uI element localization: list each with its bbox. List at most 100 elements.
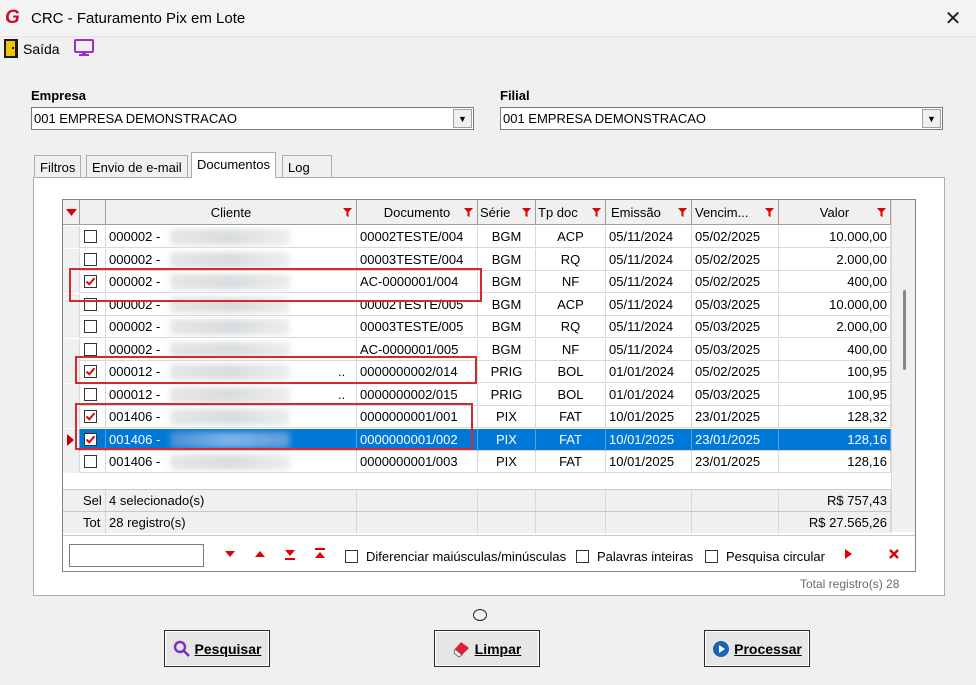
filial-select[interactable]: 001 EMPRESA DEMONSTRACAO ▼	[500, 107, 943, 130]
cell-venc-text: 23/01/2025	[695, 409, 761, 424]
filter-icon[interactable]	[592, 208, 601, 217]
row-checkbox[interactable]	[84, 342, 97, 356]
filial-value: 001 EMPRESA DEMONSTRACAO	[503, 111, 706, 126]
footer-cell	[357, 512, 478, 534]
find-previous-icon[interactable]	[253, 547, 267, 561]
cell-emissao-text: 01/01/2024	[609, 386, 675, 402]
tab-log[interactable]: Log	[282, 155, 332, 177]
title-bar: G CRC - Faturamento Pix em Lote ✕	[0, 0, 976, 37]
cell-venc: 05/02/2025	[692, 271, 779, 293]
row-indicator[interactable]	[63, 316, 80, 338]
exit-button[interactable]: Saída	[23, 41, 60, 57]
cell-serie-text: BGM	[491, 229, 522, 244]
row-checkbox[interactable]	[84, 455, 97, 468]
header-vencimento[interactable]: Vencim...	[692, 200, 779, 225]
tab-filtros[interactable]: Filtros	[34, 155, 82, 177]
highlight-box	[69, 268, 482, 302]
monitor-icon[interactable]	[73, 39, 95, 57]
limpar-button[interactable]: Limpar	[434, 630, 540, 667]
footer-cell	[606, 512, 692, 534]
checkbox[interactable]	[576, 550, 589, 563]
redacted-name	[170, 319, 290, 335]
option-circular[interactable]: Pesquisa circular	[705, 549, 825, 564]
row-checkbox[interactable]	[84, 230, 97, 243]
row-indicator[interactable]	[63, 226, 80, 248]
footer-cell	[692, 490, 779, 512]
cell-valor-text: 400,00	[847, 274, 887, 289]
find-next-icon[interactable]	[223, 547, 237, 561]
cell-valor: 10.000,00	[779, 293, 891, 316]
highlight-box	[75, 356, 477, 384]
pesquisar-button[interactable]: Pesquisar	[164, 630, 270, 667]
header-check[interactable]	[80, 200, 106, 225]
row-checkbox[interactable]	[84, 252, 97, 266]
tab-documentos[interactable]: Documentos	[191, 152, 276, 178]
cell-venc-text: 05/03/2025	[695, 386, 761, 402]
cell-venc: 05/02/2025	[692, 248, 779, 271]
find-first-icon[interactable]	[313, 547, 327, 561]
cell-emissao-text: 05/11/2024	[609, 274, 674, 289]
cell-documento-text: AC-0000001/005	[360, 341, 459, 357]
cell-serie: PRIG	[478, 383, 536, 406]
cell-cliente-text: 000002 -	[109, 229, 161, 244]
grid-search-input[interactable]	[69, 544, 204, 567]
cell-tpdoc: FAT	[536, 451, 606, 473]
close-search-icon[interactable]	[887, 547, 901, 561]
filter-icon[interactable]	[877, 208, 886, 217]
row-checkbox[interactable]	[84, 320, 97, 333]
table-row[interactable]: 000002 - 00003TESTE/005 BGM RQ 05/11/2024 05/…	[63, 316, 891, 338]
header-indicator[interactable]	[63, 200, 80, 225]
cell-serie: BGM	[478, 248, 536, 271]
cell-tpdoc-text: NF	[561, 274, 580, 289]
table-row[interactable]: 000002 - 00002TESTE/004 BGM ACP 05/11/2024 05…	[63, 226, 891, 248]
scrollbar-thumb[interactable]	[903, 290, 906, 370]
filter-icon[interactable]	[765, 208, 774, 217]
footer-cell	[478, 512, 536, 534]
find-last-icon[interactable]	[283, 547, 297, 561]
cell-venc: 05/02/2025	[692, 361, 779, 383]
cell-tpdoc-text: RQ	[560, 319, 581, 334]
chevron-down-icon[interactable]: ▼	[922, 109, 941, 128]
header-documento[interactable]: Documento	[357, 200, 478, 225]
processar-button[interactable]: Processar	[704, 630, 810, 667]
cell-emissao-text: 10/01/2025	[609, 454, 675, 469]
tab-envio-email[interactable]: Envio de e-mail	[86, 155, 188, 177]
cell-tpdoc: FAT	[536, 428, 606, 451]
footer-total: Tot 28 registro(s) R$ 27.565,26	[63, 511, 891, 534]
close-icon[interactable]: ✕	[938, 4, 968, 34]
play-search-icon[interactable]	[841, 547, 855, 561]
window-title: CRC - Faturamento Pix em Lote	[31, 10, 246, 27]
cell-serie-text: BGM	[491, 296, 522, 312]
option-whole-words[interactable]: Palavras inteiras	[576, 549, 693, 564]
footer-sel-value: R$ 757,43	[779, 490, 891, 512]
filter-icon[interactable]	[522, 208, 531, 217]
cell-documento: 00003TESTE/005	[357, 316, 478, 338]
filter-icon[interactable]	[464, 208, 473, 217]
option-case-sensitive[interactable]: Diferenciar maiúsculas/minúsculas	[345, 549, 566, 564]
header-tpdoc[interactable]: Tp doc	[536, 200, 606, 225]
header-cliente[interactable]: Cliente	[106, 200, 357, 225]
option-case-label: Diferenciar maiúsculas/minúsculas	[366, 549, 567, 564]
filter-icon[interactable]	[343, 208, 352, 217]
row-check-cell	[80, 451, 106, 473]
cell-venc: 05/03/2025	[692, 293, 779, 316]
cell-emissao: 05/11/2024	[606, 293, 692, 316]
header-valor[interactable]: Valor	[779, 200, 891, 225]
row-checkbox[interactable]	[84, 387, 97, 401]
filter-icon[interactable]	[678, 208, 687, 217]
header-emissao[interactable]: Emissão	[606, 200, 692, 225]
empresa-select[interactable]: 001 EMPRESA DEMONSTRACAO ▼	[31, 107, 474, 130]
footer-cell	[536, 512, 606, 534]
checkbox[interactable]	[345, 550, 358, 563]
chevron-down-icon[interactable]: ▼	[453, 109, 472, 128]
table-row[interactable]: 001406 - 0000000001/003 PIX FAT 10/01/2025 23…	[63, 451, 891, 473]
header-serie-label: Série	[480, 205, 511, 220]
cell-documento-text: 0000000001/003	[360, 454, 458, 469]
header-serie[interactable]: Série	[478, 200, 536, 225]
vertical-scrollbar[interactable]	[891, 200, 915, 532]
cell-serie: PIX	[478, 406, 536, 428]
row-indicator[interactable]	[63, 451, 80, 473]
exit-door-icon[interactable]	[4, 39, 18, 58]
cell-tpdoc: BOL	[536, 383, 606, 406]
checkbox[interactable]	[705, 550, 718, 563]
